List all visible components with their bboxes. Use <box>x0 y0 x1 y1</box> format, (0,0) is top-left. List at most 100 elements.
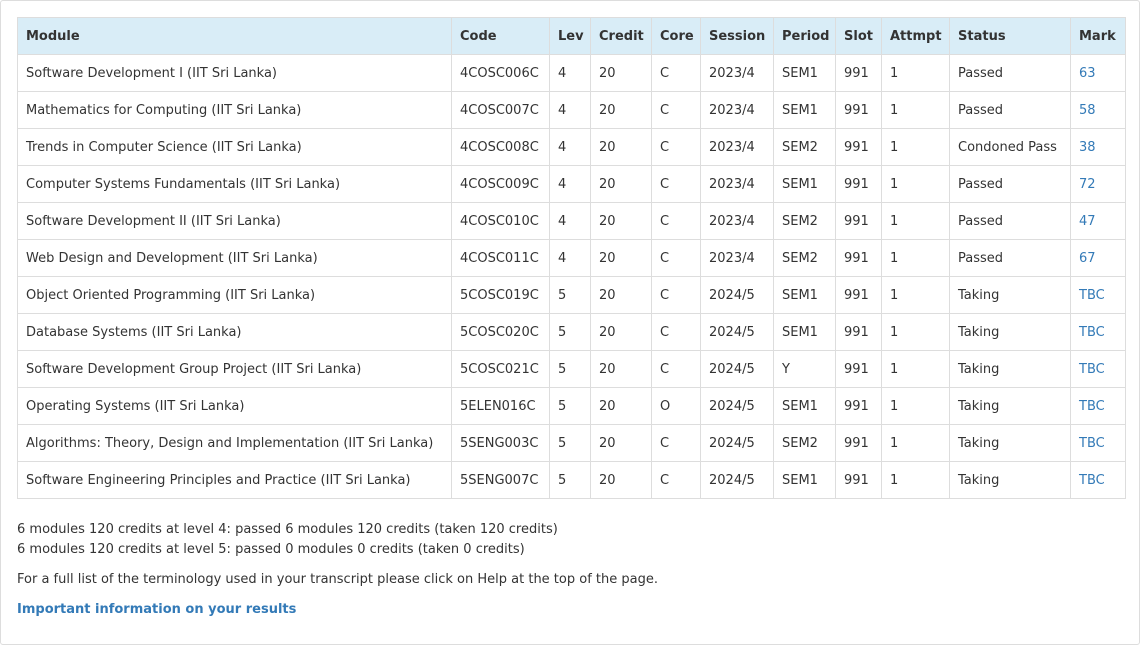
cell-code: 4COSC010C <box>451 202 550 240</box>
table-row: Mathematics for Computing (IIT Sri Lanka… <box>17 91 1126 129</box>
column-header-status: Status <box>949 17 1071 55</box>
cell-slot: 991 <box>835 313 882 351</box>
cell-session: 2024/5 <box>700 461 774 499</box>
cell-session: 2024/5 <box>700 276 774 314</box>
table-row: Computer Systems Fundamentals (IIT Sri L… <box>17 165 1126 203</box>
cell-status: Taking <box>949 276 1071 314</box>
cell-lev: 5 <box>549 276 591 314</box>
mark-link[interactable]: TBC <box>1079 288 1105 303</box>
mark-link[interactable]: TBC <box>1079 473 1105 488</box>
cell-attempt: 1 <box>881 313 950 351</box>
cell-mark: 63 <box>1070 54 1126 92</box>
cell-attempt: 1 <box>881 165 950 203</box>
table-row: Object Oriented Programming (IIT Sri Lan… <box>17 276 1126 314</box>
cell-period: SEM1 <box>773 313 836 351</box>
mark-link[interactable]: 72 <box>1079 177 1096 192</box>
cell-credit: 20 <box>590 387 652 425</box>
cell-module: Software Development I (IIT Sri Lanka) <box>17 54 452 92</box>
cell-period: Y <box>773 350 836 388</box>
cell-module: Mathematics for Computing (IIT Sri Lanka… <box>17 91 452 129</box>
mark-link[interactable]: TBC <box>1079 362 1105 377</box>
cell-slot: 991 <box>835 350 882 388</box>
cell-attempt: 1 <box>881 350 950 388</box>
cell-code: 5SENG007C <box>451 461 550 499</box>
cell-module: Algorithms: Theory, Design and Implement… <box>17 424 452 462</box>
column-header-mark: Mark <box>1070 17 1126 55</box>
cell-mark: 47 <box>1070 202 1126 240</box>
cell-mark: TBC <box>1070 350 1126 388</box>
cell-lev: 4 <box>549 128 591 166</box>
cell-credit: 20 <box>590 276 652 314</box>
cell-code: 5SENG003C <box>451 424 550 462</box>
cell-attempt: 1 <box>881 239 950 277</box>
terminology-note: For a full list of the terminology used … <box>17 572 658 587</box>
cell-module: Trends in Computer Science (IIT Sri Lank… <box>17 128 452 166</box>
column-header-attempt: Attmpt <box>881 17 950 55</box>
cell-lev: 4 <box>549 165 591 203</box>
cell-attempt: 1 <box>881 91 950 129</box>
cell-period: SEM2 <box>773 239 836 277</box>
cell-module: Software Development Group Project (IIT … <box>17 350 452 388</box>
cell-session: 2023/4 <box>700 128 774 166</box>
cell-status: Taking <box>949 313 1071 351</box>
mark-link[interactable]: TBC <box>1079 325 1105 340</box>
cell-session: 2024/5 <box>700 350 774 388</box>
column-header-module: Module <box>17 17 452 55</box>
cell-core: C <box>651 239 701 277</box>
column-header-slot: Slot <box>835 17 882 55</box>
cell-status: Passed <box>949 54 1071 92</box>
cell-status: Taking <box>949 350 1071 388</box>
cell-period: SEM2 <box>773 202 836 240</box>
cell-session: 2023/4 <box>700 239 774 277</box>
cell-status: Passed <box>949 91 1071 129</box>
column-header-lev: Lev <box>549 17 591 55</box>
mark-link[interactable]: TBC <box>1079 399 1105 414</box>
column-header-core: Core <box>651 17 701 55</box>
cell-module: Software Development II (IIT Sri Lanka) <box>17 202 452 240</box>
table-row: Trends in Computer Science (IIT Sri Lank… <box>17 128 1126 166</box>
cell-slot: 991 <box>835 202 882 240</box>
cell-slot: 991 <box>835 461 882 499</box>
table-row: Database Systems (IIT Sri Lanka) 5COSC020… <box>17 313 1126 351</box>
mark-link[interactable]: 67 <box>1079 251 1096 266</box>
cell-attempt: 1 <box>881 54 950 92</box>
table-row: Algorithms: Theory, Design and Implement… <box>17 424 1126 462</box>
table-row: Software Development II (IIT Sri Lanka) 4… <box>17 202 1126 240</box>
table-row: Web Design and Development (IIT Sri Lank… <box>17 239 1126 277</box>
cell-core: C <box>651 91 701 129</box>
cell-core: C <box>651 424 701 462</box>
mark-link[interactable]: TBC <box>1079 436 1105 451</box>
cell-mark: TBC <box>1070 276 1126 314</box>
cell-slot: 991 <box>835 91 882 129</box>
column-header-code: Code <box>451 17 550 55</box>
table-row: Operating Systems (IIT Sri Lanka) 5ELEN01… <box>17 387 1126 425</box>
cell-lev: 5 <box>549 387 591 425</box>
cell-code: 4COSC009C <box>451 165 550 203</box>
mark-link[interactable]: 47 <box>1079 214 1096 229</box>
important-information-link[interactable]: Important information on your results <box>17 600 296 620</box>
cell-period: SEM1 <box>773 91 836 129</box>
cell-core: C <box>651 313 701 351</box>
cell-attempt: 1 <box>881 387 950 425</box>
cell-core: C <box>651 128 701 166</box>
mark-link[interactable]: 58 <box>1079 103 1096 118</box>
cell-mark: TBC <box>1070 424 1126 462</box>
cell-attempt: 1 <box>881 461 950 499</box>
cell-mark: 72 <box>1070 165 1126 203</box>
cell-mark: TBC <box>1070 461 1126 499</box>
cell-session: 2024/5 <box>700 313 774 351</box>
table-row: Software Development Group Project (IIT … <box>17 350 1126 388</box>
table-row: Software Development I (IIT Sri Lanka) 4C… <box>17 54 1126 92</box>
cell-period: SEM1 <box>773 54 836 92</box>
cell-code: 4COSC011C <box>451 239 550 277</box>
mark-link[interactable]: 63 <box>1079 66 1096 81</box>
cell-period: SEM1 <box>773 387 836 425</box>
cell-code: 5COSC019C <box>451 276 550 314</box>
cell-period: SEM1 <box>773 461 836 499</box>
mark-link[interactable]: 38 <box>1079 140 1096 155</box>
column-header-session: Session <box>700 17 774 55</box>
cell-session: 2023/4 <box>700 91 774 129</box>
cell-credit: 20 <box>590 54 652 92</box>
cell-mark: 67 <box>1070 239 1126 277</box>
cell-core: C <box>651 202 701 240</box>
